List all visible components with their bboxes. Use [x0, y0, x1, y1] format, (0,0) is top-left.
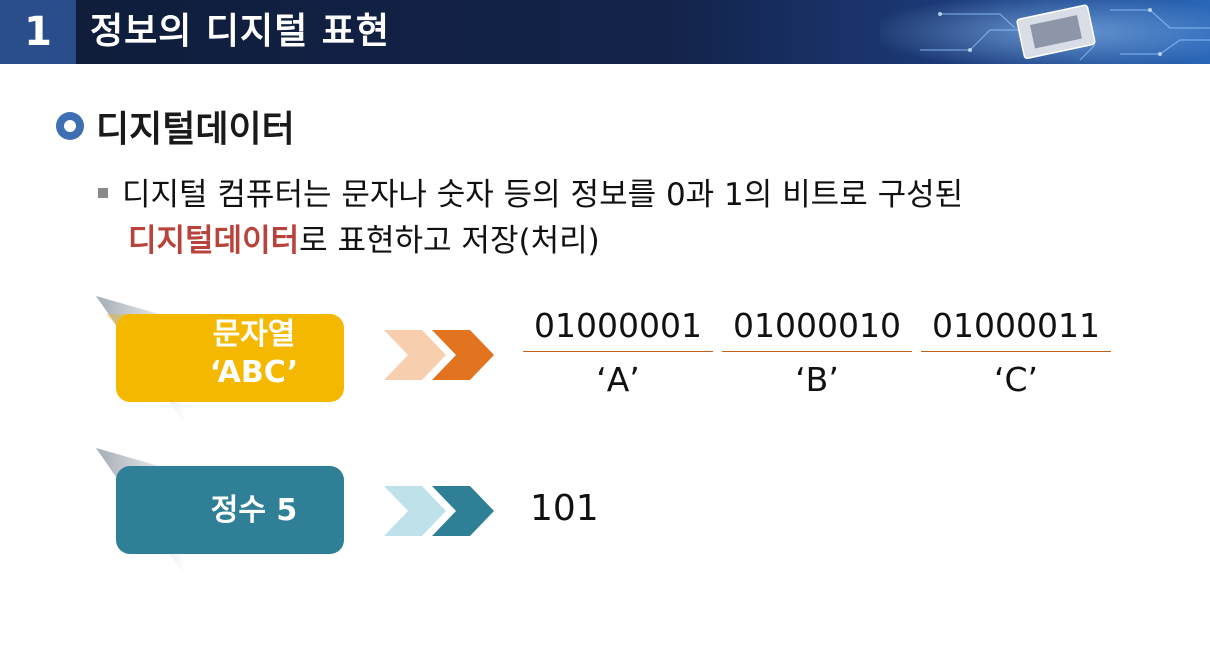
- double-arrow-orange-icon: [384, 330, 494, 380]
- binary-bits: 01000010: [722, 306, 912, 352]
- description-line-1: 디지털 컴퓨터는 문자나 숫자 등의 정보를 0과 1의 비트로 구성된: [98, 172, 1098, 218]
- slide-title: 정보의 디지털 표현: [90, 11, 391, 52]
- description-paragraph: 디지털 컴퓨터는 문자나 숫자 등의 정보를 0과 1의 비트로 구성된 디지털…: [98, 172, 1098, 264]
- emphasis-text: 디지털데이터: [128, 223, 300, 259]
- binary-char: ‘C’: [993, 360, 1039, 399]
- string-label: 문자열 ‘ABC’: [96, 296, 356, 426]
- slide-header: 1 정보의 디지털 표현: [0, 0, 1210, 64]
- circle-bullet-icon: [56, 112, 84, 140]
- double-arrow-teal-icon: [384, 486, 494, 536]
- binary-char: ‘B’: [795, 360, 839, 399]
- binary-char: ‘A’: [596, 360, 640, 399]
- string-label-line-1: 문자열: [212, 317, 296, 352]
- binary-value-c: 01000011 ‘C’: [921, 306, 1111, 399]
- binary-value-a: 01000001 ‘A’: [523, 306, 713, 399]
- section-heading: 디지털데이터: [56, 100, 295, 152]
- description-line-1-text: 디지털 컴퓨터는 문자나 숫자 등의 정보를 0과 1의 비트로 구성된: [122, 177, 964, 213]
- binary-bits: 01000011: [921, 306, 1111, 352]
- string-label-text: 문자열 ‘ABC’: [156, 316, 352, 392]
- integer-binary-value: 101: [530, 488, 599, 529]
- binary-bits: 01000001: [523, 306, 713, 352]
- description-line-2: 디지털데이터로 표현하고 저장(처리): [98, 218, 1098, 264]
- integer-label-text: 정수 5: [210, 493, 298, 528]
- circuit-chip-decoration: [880, 0, 1210, 64]
- string-label-line-2: ‘ABC’: [209, 355, 299, 390]
- section-heading-text: 디지털데이터: [96, 109, 295, 150]
- square-bullet-icon: [98, 187, 108, 198]
- integer-label: 정수 5: [96, 448, 356, 578]
- binary-value-b: 01000010 ‘B’: [722, 306, 912, 399]
- section-number: 1: [0, 0, 76, 64]
- description-line-2-text: 로 표현하고 저장(처리): [299, 223, 600, 259]
